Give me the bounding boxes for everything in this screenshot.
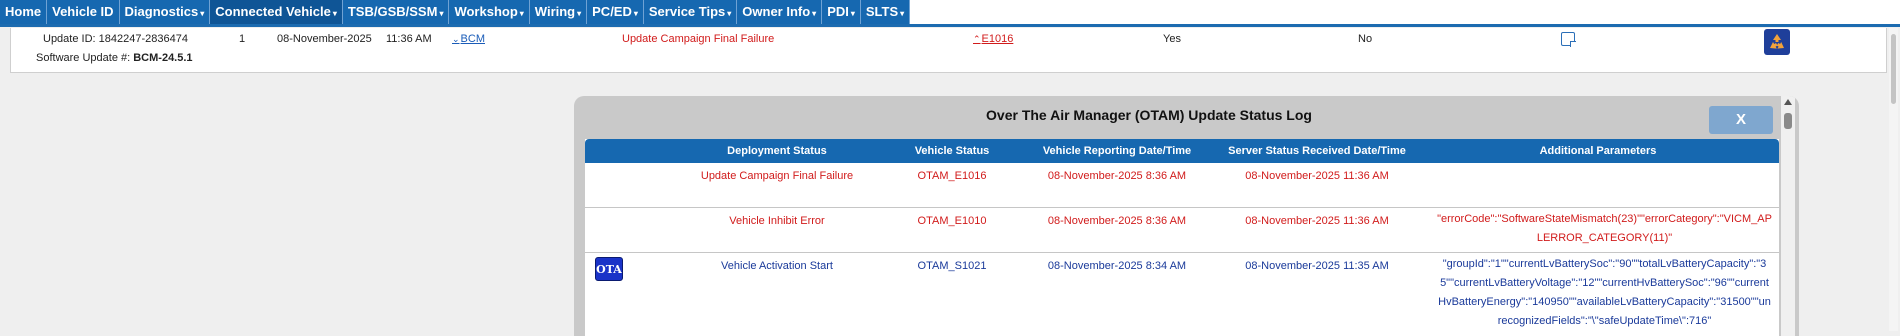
col-yes-value: Yes	[1163, 33, 1181, 45]
scroll-up-icon[interactable]	[1784, 99, 1792, 105]
server-status-cell: 08-November-2025 11:35 AM	[1245, 260, 1389, 272]
nav-item-workshop[interactable]: Workshop ▾	[449, 0, 530, 24]
additional-parameters-cell: "groupId":"1""currentLvBatterySoc":"90""…	[1438, 258, 1771, 327]
nav-item-label: Wiring	[534, 4, 576, 19]
dialog-scrollbar-thumb[interactable]	[1784, 113, 1792, 129]
recycle-icon[interactable]	[1764, 29, 1790, 55]
table-header: Deployment Status Vehicle Status Vehicle…	[585, 139, 1779, 163]
nav-item-connected-vehicle[interactable]: Connected Vehicle ▾	[210, 0, 343, 24]
nav-item-label: Workshop	[454, 4, 518, 19]
update-date: 08-November-2025	[277, 33, 372, 45]
header-deployment-status: Deployment Status	[727, 145, 827, 157]
nav-item-pc-ed[interactable]: PC/ED ▾	[587, 0, 644, 24]
nav-item-tsb-gsb-ssm[interactable]: TSB/GSB/SSM ▾	[342, 0, 450, 24]
deployment-status-cell: Update Campaign Final Failure	[700, 170, 854, 182]
nav-item-label: Service Tips	[648, 4, 726, 19]
caret-down-icon: ▾	[812, 9, 817, 18]
caret-down-icon: ▾	[332, 9, 337, 18]
vehicle-status-cell: OTAM_E1010	[917, 215, 987, 227]
nav-item-label: Owner Info	[742, 4, 811, 19]
caret-down-icon: ▾	[850, 9, 855, 18]
header-vehicle-status: Vehicle Status	[914, 145, 990, 157]
caret-down-icon: ▾	[633, 9, 638, 18]
nav-item-slts[interactable]: SLTS ▾	[860, 0, 911, 24]
status-log-table: Deployment Status Vehicle Status Vehicle…	[585, 139, 1779, 336]
table-row: Vehicle Inhibit Error OTAM_E1010 08-Nove…	[585, 208, 1779, 253]
caret-down-icon: ▾	[577, 9, 582, 18]
chevron-up-icon: ⌃	[973, 34, 981, 44]
dialog-title: Over The Air Manager (OTAM) Update Statu…	[986, 107, 1312, 123]
update-id: Update ID: 1842247-2836474	[43, 33, 188, 45]
nav-item-wiring[interactable]: Wiring ▾	[529, 0, 588, 24]
update-record-panel: Update ID: 1842247-2836474 Software Upda…	[10, 28, 1887, 73]
nav-item-owner-info[interactable]: Owner Info ▾	[737, 0, 823, 24]
nav-item-label: PC/ED	[592, 4, 632, 19]
nav-item-label: Home	[5, 4, 42, 19]
deployment-status-cell: Vehicle Activation Start	[721, 260, 833, 272]
top-nav-bar: Home Vehicle ID Diagnostics ▾ Connected Vehi…	[0, 0, 1900, 27]
dialog-scrollbar[interactable]	[1781, 96, 1795, 336]
otam-status-log-dialog: Over The Air Manager (OTAM) Update Statu…	[574, 96, 1799, 336]
table-row: Update Campaign Final Failure OTAM_E1016…	[585, 163, 1779, 208]
close-button[interactable]: X	[1709, 106, 1773, 134]
vehicle-reporting-cell: 08-November-2025 8:34 AM	[1047, 260, 1187, 272]
ota-icon: OTA	[595, 257, 623, 281]
software-update-value: BCM-24.5.1	[133, 52, 193, 64]
update-count: 1	[239, 33, 246, 45]
nav-item-label: Diagnostics	[124, 4, 199, 19]
table-row: OTA Vehicle Activation Start OTAM_S1021 …	[585, 253, 1779, 336]
nav-item-label: PDI	[827, 4, 849, 19]
server-status-cell: 08-November-2025 11:36 AM	[1245, 215, 1389, 227]
nav-item-vehicle-id[interactable]: Vehicle ID	[47, 0, 120, 24]
nav-item-home[interactable]: Home	[0, 0, 48, 24]
update-time: 11:36 AM	[386, 33, 432, 45]
module-link[interactable]: ⌄BCM	[452, 33, 485, 45]
nav-item-label: TSB/GSB/SSM	[347, 4, 438, 19]
header-server-status: Server Status Received Date/Time	[1228, 145, 1406, 157]
server-status-cell: 08-November-2025 11:36 AM	[1245, 170, 1389, 182]
caret-down-icon: ▾	[200, 9, 205, 18]
nav-item-pdi[interactable]: PDI ▾	[822, 0, 861, 24]
header-additional-parameters: Additional Parameters	[1539, 145, 1657, 157]
vehicle-status-cell: OTAM_S1021	[917, 260, 987, 272]
nav-menu: Home Vehicle ID Diagnostics ▾ Connected Vehi…	[0, 0, 911, 24]
software-update: Software Update #: BCM-24.5.1	[36, 52, 193, 64]
caret-down-icon: ▾	[439, 9, 444, 18]
nav-item-label: SLTS	[865, 4, 899, 19]
nav-item-label: Vehicle ID	[52, 4, 114, 19]
update-status: Update Campaign Final Failure	[622, 33, 775, 45]
nav-item-diagnostics[interactable]: Diagnostics ▾	[119, 0, 211, 24]
caret-down-icon: ▾	[900, 9, 905, 18]
vehicle-reporting-cell: 08-November-2025 8:36 AM	[1047, 215, 1187, 227]
caret-down-icon: ▾	[727, 9, 732, 18]
vehicle-reporting-cell: 08-November-2025 8:36 AM	[1047, 170, 1187, 182]
error-code-link[interactable]: ⌃E1016	[973, 33, 1013, 45]
page-scrollbar[interactable]	[1889, 28, 1898, 331]
nav-item-label: Connected Vehicle	[215, 4, 331, 19]
caret-down-icon: ▾	[519, 9, 524, 18]
chevron-down-icon: ⌄	[452, 34, 460, 44]
deployment-status-cell: Vehicle Inhibit Error	[729, 215, 825, 227]
nav-item-service-tips[interactable]: Service Tips ▾	[643, 0, 738, 24]
col-no-value: No	[1358, 33, 1373, 45]
additional-parameters-cell: "errorCode":"SoftwareStateMismatch(23)""…	[1437, 213, 1772, 244]
page-scrollbar-thumb[interactable]	[1891, 34, 1896, 104]
notes-icon[interactable]	[1561, 32, 1576, 47]
vehicle-status-cell: OTAM_E1016	[917, 170, 987, 182]
header-vehicle-reporting: Vehicle Reporting Date/Time	[1042, 145, 1192, 157]
